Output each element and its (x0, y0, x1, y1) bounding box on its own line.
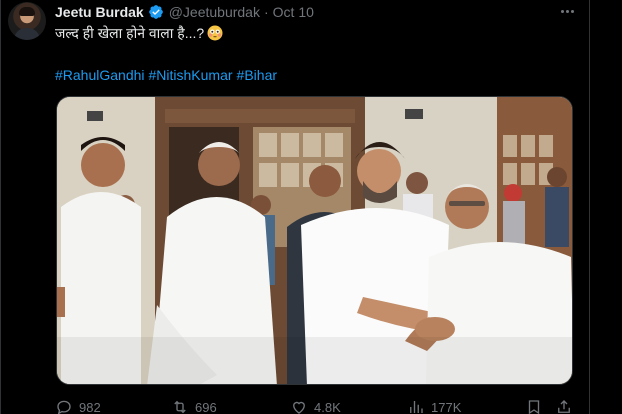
bookmark-button[interactable] (525, 398, 549, 414)
reply-icon (57, 400, 71, 414)
like-button[interactable]: 4.8K (290, 398, 341, 414)
left-border (0, 0, 1, 414)
flushed-face-emoji-icon (207, 25, 223, 41)
avatar-shirt (14, 28, 40, 40)
like-count: 4.8K (314, 399, 341, 414)
tweet-photo[interactable] (56, 96, 573, 385)
tweet-text: जल्द ही खेला होने वाला है...? (55, 24, 223, 42)
photo-illustration (57, 97, 572, 384)
verified-badge-icon (148, 4, 164, 20)
bookmark-icon (528, 400, 540, 414)
tweet-text-content: जल्द ही खेला होने वाला है...? (55, 25, 205, 41)
retweet-icon (174, 400, 186, 414)
hashtag-rahulgandhi[interactable]: #RahulGandhi (55, 67, 145, 83)
views-button[interactable]: 177K (407, 398, 461, 414)
more-options-icon[interactable] (556, 3, 578, 19)
share-icon (558, 400, 570, 413)
retweet-button[interactable]: 696 (171, 398, 217, 414)
tweet-date[interactable]: Oct 10 (273, 4, 314, 20)
view-count: 177K (431, 399, 462, 414)
reply-button[interactable]: 982 (55, 398, 101, 414)
right-border (589, 0, 590, 414)
user-handle[interactable]: @Jeetuburdak (169, 4, 260, 20)
heart-icon (293, 401, 305, 414)
hashtag-bihar[interactable]: #Bihar (237, 67, 277, 83)
display-name[interactable]: Jeetu Burdak (55, 4, 144, 20)
separator-dot: · (263, 4, 269, 20)
reply-count: 982 (79, 399, 101, 414)
hashtag-nitishkumar[interactable]: #NitishKumar (149, 67, 233, 83)
tweet-actions: 982 696 4.8K 177K (55, 398, 575, 414)
avatar[interactable] (8, 2, 46, 40)
hashtag-list: #RahulGandhi #NitishKumar #Bihar (55, 66, 277, 84)
avatar-hair (19, 7, 35, 16)
views-bar-chart-icon (410, 401, 423, 413)
share-button[interactable] (555, 398, 579, 414)
tweet-header: Jeetu Burdak @Jeetuburdak · Oct 10 (55, 3, 314, 21)
retweet-count: 696 (195, 399, 217, 414)
